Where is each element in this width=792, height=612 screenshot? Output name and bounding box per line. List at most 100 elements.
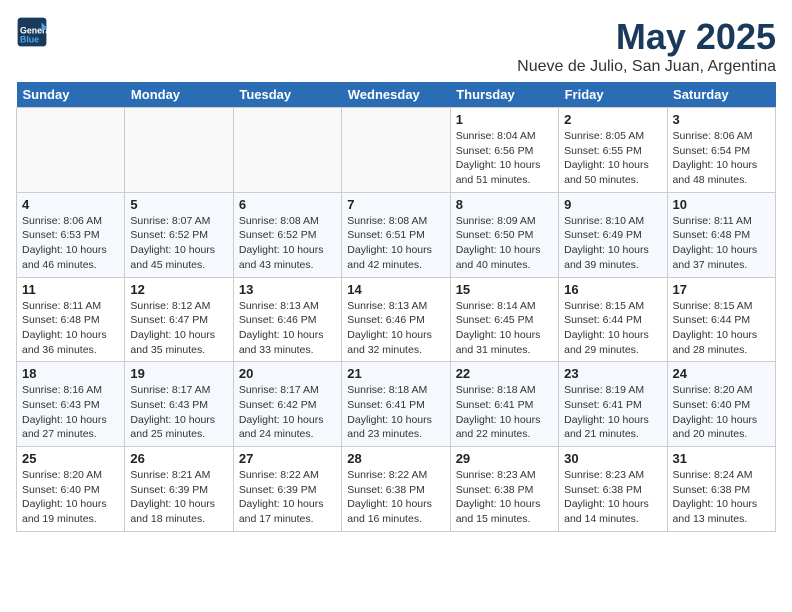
calendar-cell: 30 Sunrise: 8:23 AM Sunset: 6:38 PM Dayli…: [559, 447, 667, 532]
day-number: 28: [347, 451, 444, 466]
day-number: 18: [22, 366, 119, 381]
calendar-cell: 2Sunrise: 8:05 AM Sunset: 6:55 PM Daylig…: [559, 108, 667, 193]
day-info: Sunrise: 8:13 AM Sunset: 6:46 PM Dayligh…: [347, 299, 444, 358]
calendar-cell: 6 Sunrise: 8:08 AM Sunset: 6:52 PM Daylig…: [233, 192, 341, 277]
day-number: 3: [673, 112, 770, 127]
day-number: 16: [564, 282, 661, 297]
calendar-cell: 11 Sunrise: 8:11 AM Sunset: 6:48 PM Dayli…: [17, 277, 125, 362]
calendar-cell: [342, 108, 450, 193]
calendar-cell: 9 Sunrise: 8:10 AM Sunset: 6:49 PM Daylig…: [559, 192, 667, 277]
day-number: 20: [239, 366, 336, 381]
calendar-week-row: 25Sunrise: 8:20 AM Sunset: 6:40 PM Dayli…: [17, 447, 776, 532]
calendar-week-row: 18 Sunrise: 8:16 AM Sunset: 6:43 PM Dayli…: [17, 362, 776, 447]
day-number: 30: [564, 451, 661, 466]
calendar-week-row: 4 Sunrise: 8:06 AM Sunset: 6:53 PM Daylig…: [17, 192, 776, 277]
day-number: 4: [22, 197, 119, 212]
calendar-cell: 7 Sunrise: 8:08 AM Sunset: 6:51 PM Daylig…: [342, 192, 450, 277]
day-number: 12: [130, 282, 227, 297]
day-number: 17: [673, 282, 770, 297]
calendar-cell: 23 Sunrise: 8:19 AM Sunset: 6:41 PM Dayli…: [559, 362, 667, 447]
calendar-subtitle: Nueve de Julio, San Juan, Argentina: [517, 58, 776, 76]
calendar-cell: 29 Sunrise: 8:23 AM Sunset: 6:38 PM Dayli…: [450, 447, 558, 532]
calendar-cell: 19 Sunrise: 8:17 AM Sunset: 6:43 PM Dayli…: [125, 362, 233, 447]
calendar-title: May 2025: [517, 16, 776, 58]
day-number: 11: [22, 282, 119, 297]
day-info: Sunrise: 8:17 AM Sunset: 6:43 PM Dayligh…: [130, 383, 227, 442]
calendar-cell: 27Sunrise: 8:22 AM Sunset: 6:39 PM Dayli…: [233, 447, 341, 532]
calendar-cell: 8 Sunrise: 8:09 AM Sunset: 6:50 PM Daylig…: [450, 192, 558, 277]
day-info: Sunrise: 8:24 AM Sunset: 6:38 PM Dayligh…: [673, 468, 770, 527]
weekday-header-cell: Monday: [125, 82, 233, 108]
day-info: Sunrise: 8:04 AM Sunset: 6:56 PM Dayligh…: [456, 129, 553, 188]
day-info: Sunrise: 8:14 AM Sunset: 6:45 PM Dayligh…: [456, 299, 553, 358]
day-number: 2: [564, 112, 661, 127]
calendar-cell: 21Sunrise: 8:18 AM Sunset: 6:41 PM Dayli…: [342, 362, 450, 447]
calendar-cell: 25Sunrise: 8:20 AM Sunset: 6:40 PM Dayli…: [17, 447, 125, 532]
day-info: Sunrise: 8:21 AM Sunset: 6:39 PM Dayligh…: [130, 468, 227, 527]
calendar-cell: 17 Sunrise: 8:15 AM Sunset: 6:44 PM Dayli…: [667, 277, 775, 362]
day-number: 7: [347, 197, 444, 212]
calendar-cell: 26Sunrise: 8:21 AM Sunset: 6:39 PM Dayli…: [125, 447, 233, 532]
day-info: Sunrise: 8:15 AM Sunset: 6:44 PM Dayligh…: [564, 299, 661, 358]
calendar-cell: 4 Sunrise: 8:06 AM Sunset: 6:53 PM Daylig…: [17, 192, 125, 277]
day-info: Sunrise: 8:08 AM Sunset: 6:52 PM Dayligh…: [239, 214, 336, 273]
day-info: Sunrise: 8:11 AM Sunset: 6:48 PM Dayligh…: [22, 299, 119, 358]
day-number: 14: [347, 282, 444, 297]
svg-text:Blue: Blue: [20, 34, 39, 44]
day-number: 8: [456, 197, 553, 212]
day-info: Sunrise: 8:11 AM Sunset: 6:48 PM Dayligh…: [673, 214, 770, 273]
logo-icon: General Blue: [16, 16, 48, 48]
day-number: 9: [564, 197, 661, 212]
day-info: Sunrise: 8:23 AM Sunset: 6:38 PM Dayligh…: [456, 468, 553, 527]
calendar-cell: 3 Sunrise: 8:06 AM Sunset: 6:54 PM Daylig…: [667, 108, 775, 193]
day-number: 29: [456, 451, 553, 466]
day-info: Sunrise: 8:10 AM Sunset: 6:49 PM Dayligh…: [564, 214, 661, 273]
weekday-header-cell: Tuesday: [233, 82, 341, 108]
weekday-header-row: SundayMondayTuesdayWednesdayThursdayFrid…: [17, 82, 776, 108]
day-number: 13: [239, 282, 336, 297]
day-number: 22: [456, 366, 553, 381]
calendar-body: 1 Sunrise: 8:04 AM Sunset: 6:56 PM Daylig…: [17, 108, 776, 532]
calendar-cell: [17, 108, 125, 193]
day-info: Sunrise: 8:16 AM Sunset: 6:43 PM Dayligh…: [22, 383, 119, 442]
day-info: Sunrise: 8:06 AM Sunset: 6:54 PM Dayligh…: [673, 129, 770, 188]
day-number: 15: [456, 282, 553, 297]
day-info: Sunrise: 8:07 AM Sunset: 6:52 PM Dayligh…: [130, 214, 227, 273]
page-header: General Blue May 2025 Nueve de Julio, Sa…: [16, 16, 776, 76]
day-number: 23: [564, 366, 661, 381]
day-info: Sunrise: 8:15 AM Sunset: 6:44 PM Dayligh…: [673, 299, 770, 358]
weekday-header-cell: Thursday: [450, 82, 558, 108]
day-number: 10: [673, 197, 770, 212]
day-number: 21: [347, 366, 444, 381]
day-number: 24: [673, 366, 770, 381]
calendar-cell: 31 Sunrise: 8:24 AM Sunset: 6:38 PM Dayli…: [667, 447, 775, 532]
day-number: 19: [130, 366, 227, 381]
calendar-cell: 13 Sunrise: 8:13 AM Sunset: 6:46 PM Dayli…: [233, 277, 341, 362]
calendar-cell: 5 Sunrise: 8:07 AM Sunset: 6:52 PM Daylig…: [125, 192, 233, 277]
day-info: Sunrise: 8:22 AM Sunset: 6:39 PM Dayligh…: [239, 468, 336, 527]
calendar-table: SundayMondayTuesdayWednesdayThursdayFrid…: [16, 82, 776, 532]
day-info: Sunrise: 8:17 AM Sunset: 6:42 PM Dayligh…: [239, 383, 336, 442]
weekday-header-cell: Wednesday: [342, 82, 450, 108]
day-number: 5: [130, 197, 227, 212]
calendar-cell: 15 Sunrise: 8:14 AM Sunset: 6:45 PM Dayli…: [450, 277, 558, 362]
day-info: Sunrise: 8:19 AM Sunset: 6:41 PM Dayligh…: [564, 383, 661, 442]
day-info: Sunrise: 8:22 AM Sunset: 6:38 PM Dayligh…: [347, 468, 444, 527]
day-info: Sunrise: 8:09 AM Sunset: 6:50 PM Dayligh…: [456, 214, 553, 273]
day-info: Sunrise: 8:23 AM Sunset: 6:38 PM Dayligh…: [564, 468, 661, 527]
day-info: Sunrise: 8:12 AM Sunset: 6:47 PM Dayligh…: [130, 299, 227, 358]
day-info: Sunrise: 8:20 AM Sunset: 6:40 PM Dayligh…: [673, 383, 770, 442]
day-info: Sunrise: 8:08 AM Sunset: 6:51 PM Dayligh…: [347, 214, 444, 273]
day-number: 25: [22, 451, 119, 466]
calendar-week-row: 1 Sunrise: 8:04 AM Sunset: 6:56 PM Daylig…: [17, 108, 776, 193]
calendar-cell: 28 Sunrise: 8:22 AM Sunset: 6:38 PM Dayli…: [342, 447, 450, 532]
day-number: 6: [239, 197, 336, 212]
day-info: Sunrise: 8:13 AM Sunset: 6:46 PM Dayligh…: [239, 299, 336, 358]
day-number: 31: [673, 451, 770, 466]
calendar-cell: [125, 108, 233, 193]
day-number: 1: [456, 112, 553, 127]
title-block: May 2025 Nueve de Julio, San Juan, Argen…: [517, 16, 776, 76]
day-info: Sunrise: 8:06 AM Sunset: 6:53 PM Dayligh…: [22, 214, 119, 273]
calendar-cell: 18 Sunrise: 8:16 AM Sunset: 6:43 PM Dayli…: [17, 362, 125, 447]
weekday-header-cell: Sunday: [17, 82, 125, 108]
